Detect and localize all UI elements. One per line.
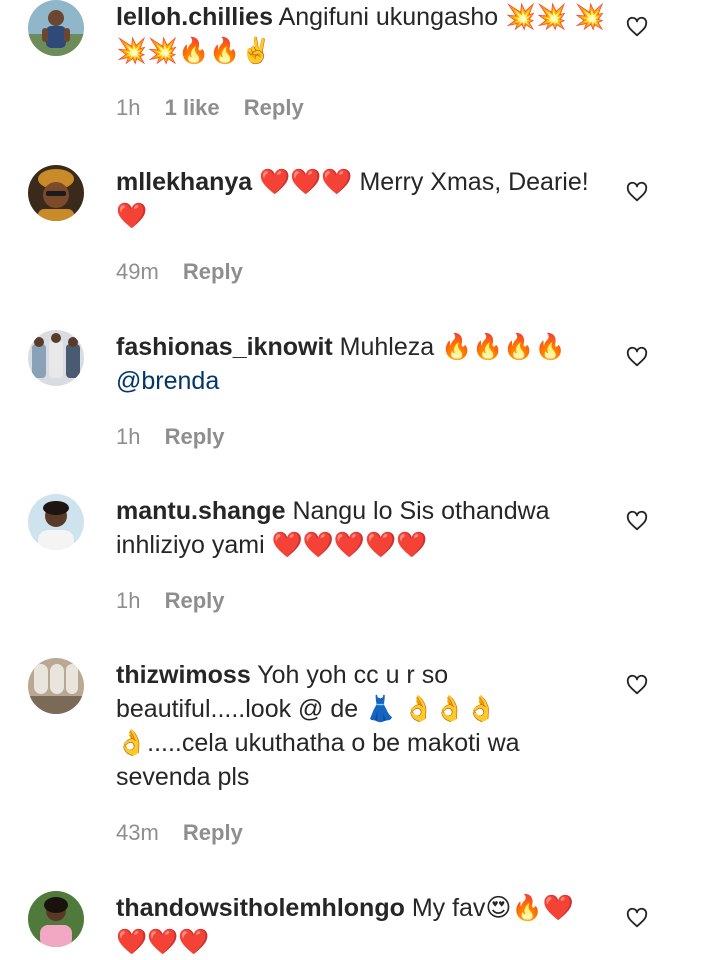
- heart-outline-icon[interactable]: [626, 674, 648, 696]
- comment-meta: 1h 1 like Reply: [116, 94, 304, 122]
- comment-meta: 43m Reply: [116, 819, 243, 847]
- comment-item: thizwimoss Yoh yoh cc u r so beautiful..…: [0, 658, 720, 858]
- avatar-image: [28, 658, 84, 714]
- comment-time: 1h: [116, 588, 141, 613]
- comment-text: thandowsitholemhlongo My fav😍🔥❤️ ❤️❤️❤️: [116, 891, 606, 959]
- avatar[interactable]: [28, 891, 84, 947]
- comment-username[interactable]: mantu.shange: [116, 497, 285, 525]
- heart-outline-icon[interactable]: [626, 510, 648, 532]
- avatar[interactable]: [28, 330, 84, 386]
- avatar-image: [28, 0, 84, 56]
- comment-time: 1h: [116, 95, 141, 120]
- comment-username[interactable]: thizwimoss: [116, 661, 251, 689]
- comment-item: mantu.shange Nangu lo Sis othandwa inhli…: [0, 494, 720, 644]
- reply-button[interactable]: Reply: [183, 819, 243, 847]
- avatar-image: [28, 891, 84, 947]
- user-mention-link[interactable]: @brenda: [116, 367, 219, 395]
- avatar[interactable]: [28, 658, 84, 714]
- comment-item: thandowsitholemhlongo My fav😍🔥❤️ ❤️❤️❤️: [0, 891, 720, 960]
- comment-text: fashionas_iknowit Muhleza 🔥🔥🔥🔥 @brenda: [116, 330, 606, 398]
- avatar-image: [28, 165, 84, 221]
- comment-username[interactable]: mllekhanya: [116, 168, 252, 196]
- comment-time: 43m: [116, 820, 159, 845]
- comment-username[interactable]: thandowsitholemhlongo: [116, 894, 405, 922]
- comment-text: mllekhanya ❤️❤️❤️ Merry Xmas, Dearie!❤️: [116, 165, 606, 233]
- comment-meta: 49m Reply: [116, 258, 243, 286]
- comment-meta: 1h Reply: [116, 423, 225, 451]
- comment-item: fashionas_iknowit Muhleza 🔥🔥🔥🔥 @brenda 1…: [0, 330, 720, 480]
- comment-meta: 1h Reply: [116, 587, 225, 615]
- avatar-image: [28, 330, 84, 386]
- comment-username[interactable]: lelloh.chillies: [116, 3, 273, 31]
- comment-text: thizwimoss Yoh yoh cc u r so beautiful..…: [116, 658, 606, 794]
- comment-username[interactable]: fashionas_iknowit: [116, 333, 333, 361]
- comment-like-count[interactable]: 1 like: [165, 94, 220, 122]
- avatar[interactable]: [28, 494, 84, 550]
- heart-outline-icon[interactable]: [626, 16, 648, 38]
- reply-button[interactable]: Reply: [165, 423, 225, 451]
- comment-text: mantu.shange Nangu lo Sis othandwa inhli…: [116, 494, 606, 562]
- avatar-image: [28, 494, 84, 550]
- avatar[interactable]: [28, 165, 84, 221]
- comment-time: 1h: [116, 424, 141, 449]
- reply-button[interactable]: Reply: [244, 94, 304, 122]
- comment-item: lelloh.chillies Angifuni ukungasho 💥💥 💥💥…: [0, 0, 720, 150]
- heart-outline-icon[interactable]: [626, 907, 648, 929]
- comment-time: 49m: [116, 259, 159, 284]
- reply-button[interactable]: Reply: [165, 587, 225, 615]
- reply-button[interactable]: Reply: [183, 258, 243, 286]
- comment-message: Muhleza 🔥🔥🔥🔥: [339, 333, 566, 361]
- comment-text: lelloh.chillies Angifuni ukungasho 💥💥 💥💥…: [116, 0, 606, 68]
- heart-outline-icon[interactable]: [626, 346, 648, 368]
- comment-item: mllekhanya ❤️❤️❤️ Merry Xmas, Dearie!❤️ …: [0, 165, 720, 315]
- heart-outline-icon[interactable]: [626, 181, 648, 203]
- avatar[interactable]: [28, 0, 84, 56]
